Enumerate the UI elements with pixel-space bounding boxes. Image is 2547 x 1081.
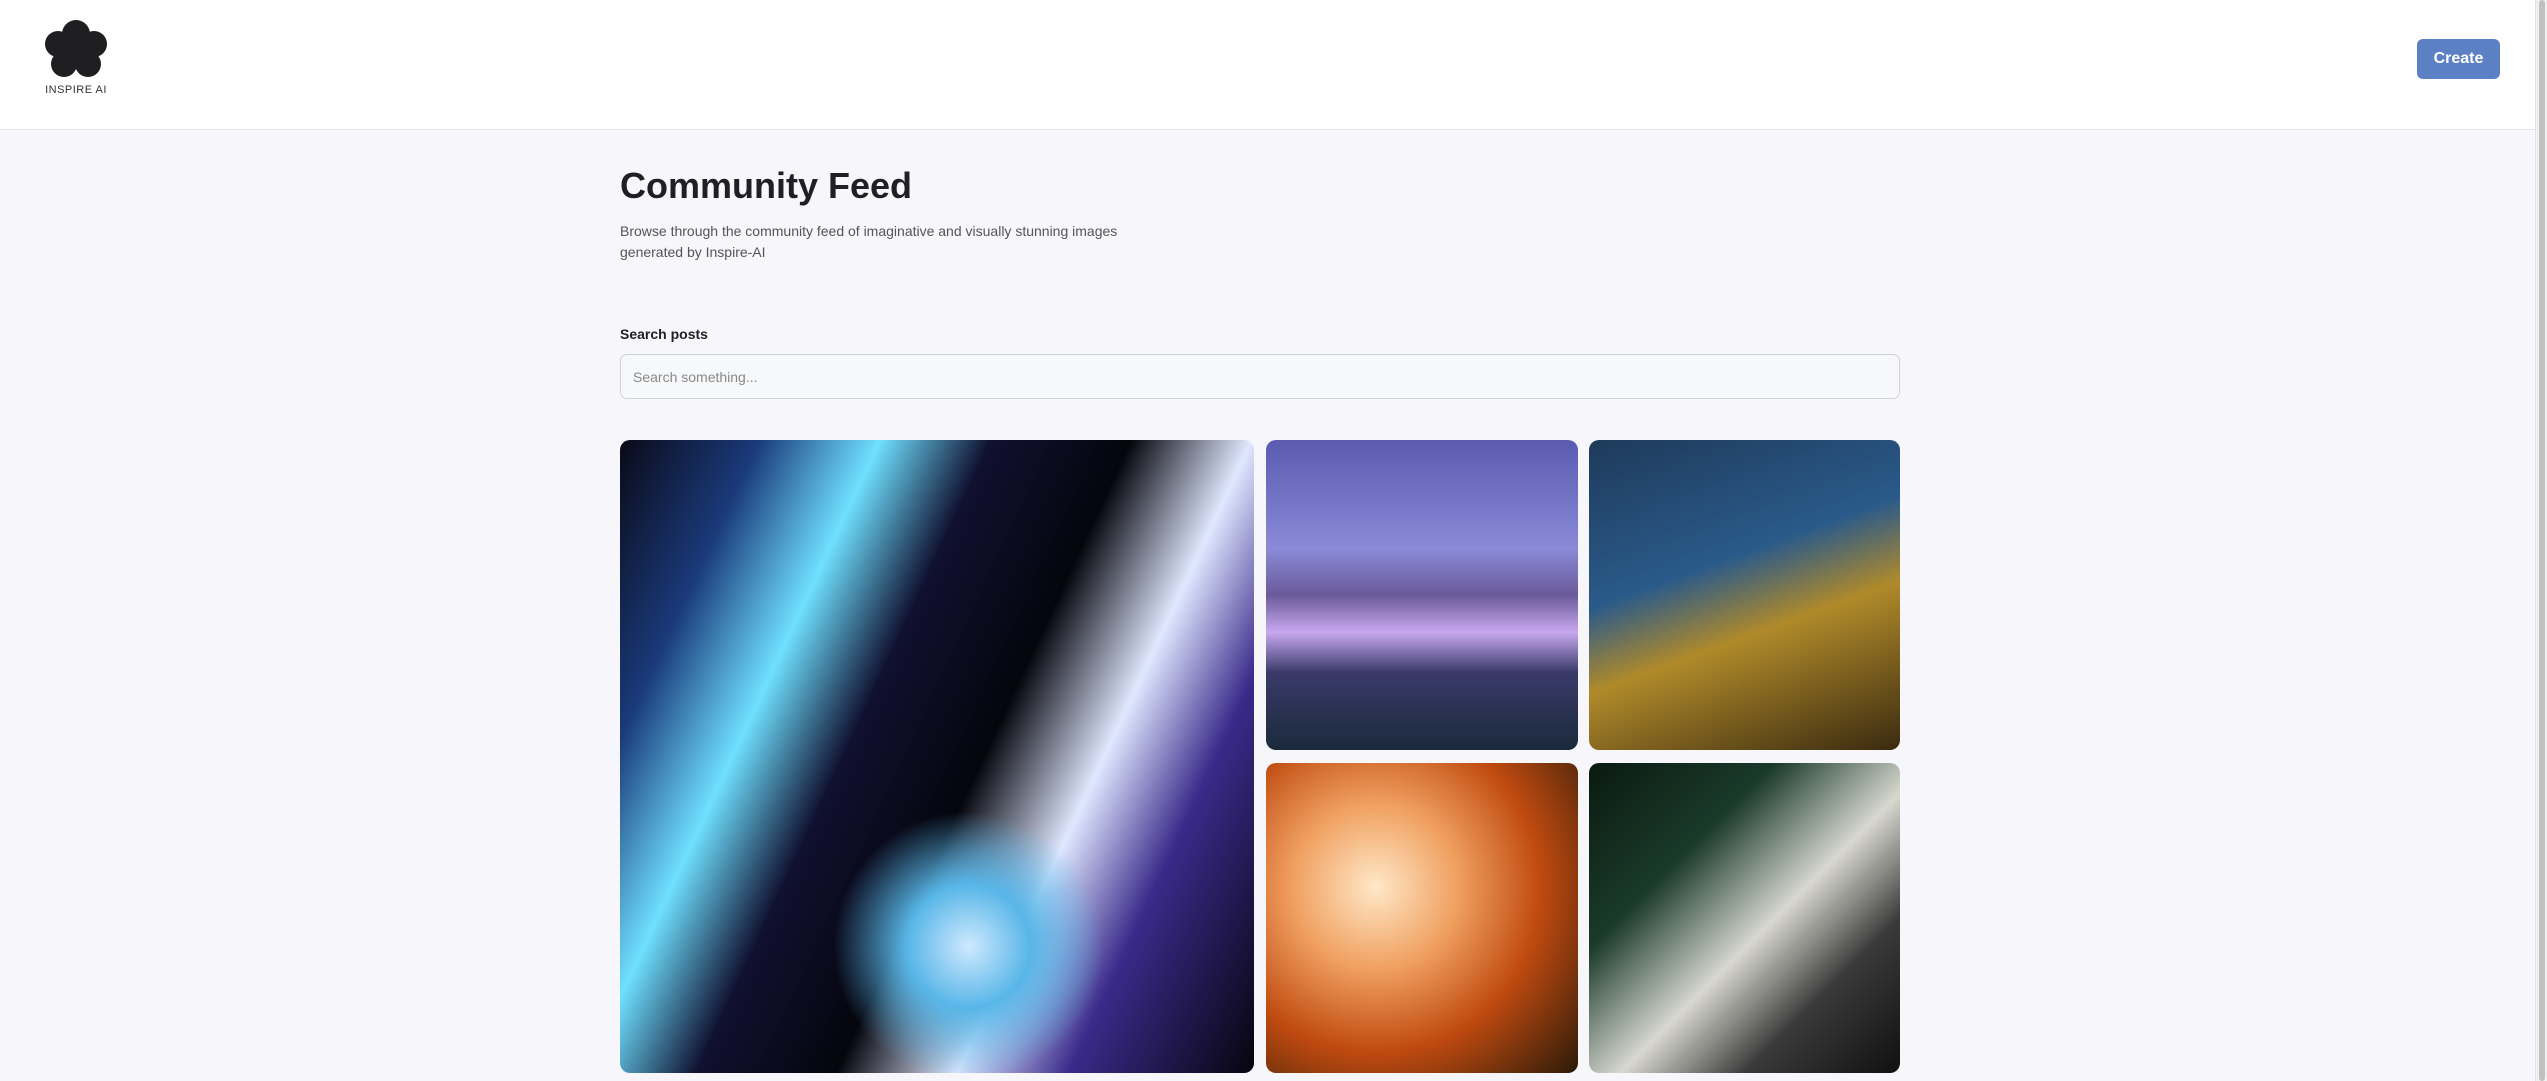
page-subtitle: Browse through the community feed of ima… (620, 223, 1118, 260)
post-card-boy-computer-heart[interactable] (1589, 763, 1900, 1073)
top-header: INSPIRE AI Create (0, 0, 2535, 130)
create-button[interactable]: Create (2417, 39, 2500, 79)
post-card-cat-chess[interactable] (1589, 440, 1900, 750)
search-label: Search posts (620, 326, 708, 342)
page-title: Community Feed (620, 165, 913, 206)
post-card-robot-neon-city[interactable] (620, 440, 1254, 1073)
logo[interactable]: INSPIRE AI (36, 14, 116, 96)
post-card-astronaut-purple-lake[interactable] (1266, 440, 1578, 750)
post-card-cowboy-horse-sunset[interactable] (1266, 763, 1578, 1073)
flower-logo-icon (45, 20, 107, 77)
scrollbar[interactable] (2535, 0, 2547, 1081)
logo-text: INSPIRE AI (45, 84, 107, 96)
search-input[interactable] (620, 354, 1900, 399)
